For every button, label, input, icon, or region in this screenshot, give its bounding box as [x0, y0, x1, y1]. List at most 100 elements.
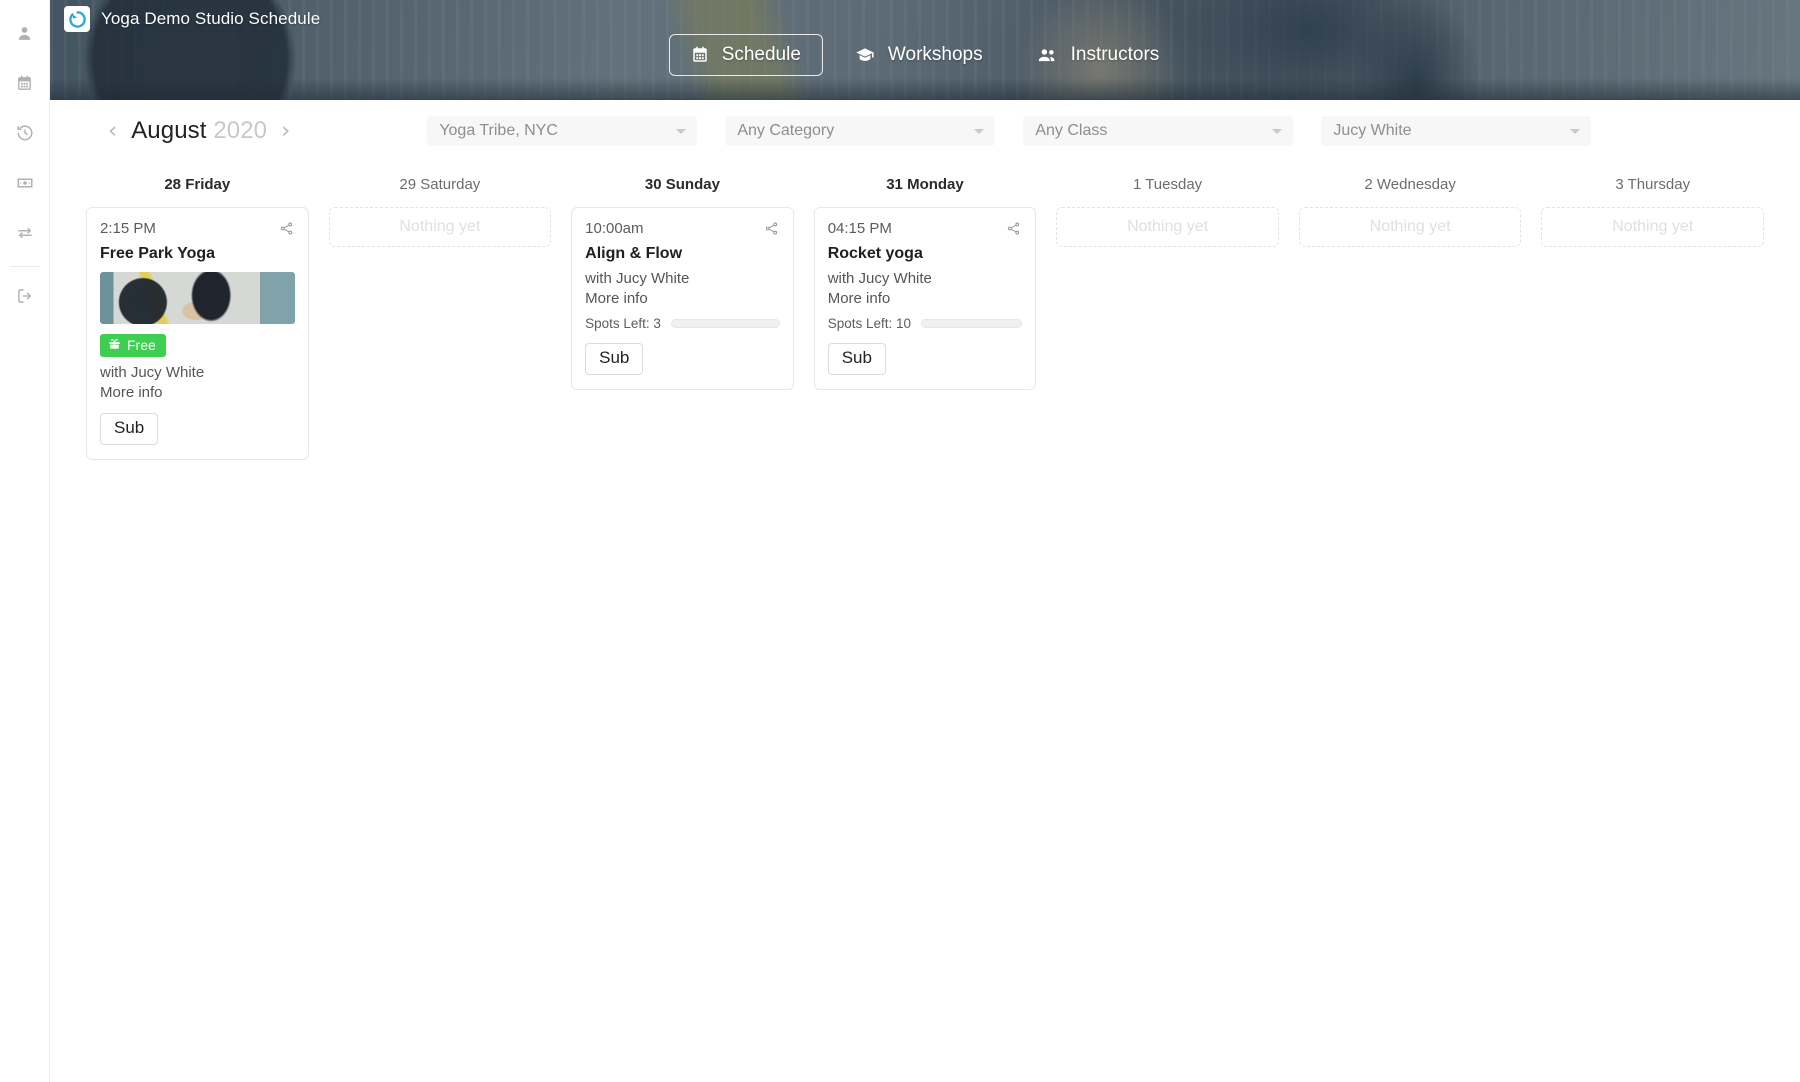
nav-item-workshops[interactable]: Workshops [833, 34, 1005, 76]
hero-bottom-fade [50, 78, 1800, 100]
card-header: 2:15 PM [100, 220, 295, 237]
more-info-link[interactable]: More info [828, 290, 1023, 307]
day-header: 29 Saturday [399, 176, 481, 193]
share-icon[interactable] [1005, 220, 1022, 237]
subscribe-button[interactable]: Sub [585, 343, 644, 375]
main-area: Yoga Demo Studio Schedule Schedule Works… [50, 0, 1800, 1082]
instructor-select[interactable]: Jucy White [1321, 116, 1592, 146]
day-column: 28 Friday 2:15 PM Free Park Yoga Free with J… [86, 176, 309, 460]
nav-item-label: Workshops [887, 44, 983, 65]
studio-select[interactable]: Yoga Tribe, NYC [427, 116, 698, 146]
sidebar-item-payments[interactable] [0, 158, 50, 208]
class-time: 04:15 PM [827, 220, 892, 237]
next-month-button[interactable]: › [281, 119, 290, 143]
sidebar-item-profile[interactable] [0, 8, 50, 58]
calendar-icon [16, 75, 33, 92]
empty-day-placeholder: Nothing yet [328, 207, 552, 247]
status-badge: Free [100, 334, 166, 357]
class-title: Align & Flow [585, 245, 683, 262]
day-column: 2 Wednesday Nothing yet [1298, 176, 1522, 460]
day-column: 31 Monday 04:15 PM Rocket yoga with Jucy Wh… [813, 176, 1037, 460]
spots-progress-bar [670, 319, 780, 328]
empty-day-label: Nothing yet [399, 218, 481, 235]
empty-day-placeholder: Nothing yet [1056, 207, 1279, 247]
history-clock-icon [16, 124, 34, 142]
sidebar-item-schedule[interactable] [0, 58, 50, 108]
day-column: 1 Tuesday Nothing yet [1056, 176, 1279, 460]
class-instructor: with Jucy White [585, 270, 690, 287]
nav-item-label: Schedule [721, 44, 801, 65]
chevron-down-icon [1570, 129, 1581, 134]
spots-row: Spots Left: 10 [828, 316, 1023, 331]
calendar-icon [691, 46, 709, 64]
month-name: August [131, 117, 207, 144]
empty-day-label: Nothing yet [1612, 218, 1694, 235]
hero-header: Yoga Demo Studio Schedule Schedule Works… [50, 0, 1800, 100]
chevron-down-icon [974, 129, 985, 134]
more-info-link[interactable]: More info [100, 384, 295, 401]
prev-month-button[interactable]: ‹ [108, 119, 117, 143]
day-column: 30 Sunday 10:00am Align & Flow with Jucy Wh… [571, 176, 794, 460]
spots-progress-bar [921, 319, 1023, 328]
day-column: 29 Saturday Nothing yet [328, 176, 552, 460]
toolbar: ‹ August 2020 › Yoga Tribe, NYC Any Cate… [50, 100, 1800, 162]
chevron-down-icon [1272, 129, 1283, 134]
day-header: 1 Tuesday [1132, 176, 1203, 193]
filter-group: Yoga Tribe, NYC Any Category Any Class J… [427, 116, 1592, 146]
subscribe-button[interactable]: Sub [100, 413, 159, 445]
sidebar-item-logout[interactable] [0, 271, 50, 321]
class-time: 10:00am [585, 220, 644, 237]
sidebar-item-transfers[interactable] [0, 208, 50, 258]
day-header: 31 Monday [886, 176, 964, 193]
class-title: Free Park Yoga [100, 245, 216, 262]
class-card[interactable]: 10:00am Align & Flow with Jucy White More i… [571, 207, 794, 390]
class-photo [100, 272, 295, 324]
card-header: 04:15 PM [828, 220, 1023, 237]
category-select[interactable]: Any Category [725, 116, 996, 146]
graduation-cap-icon [855, 45, 875, 65]
nav-item-instructors[interactable]: Instructors [1015, 34, 1182, 76]
class-select[interactable]: Any Class [1023, 116, 1294, 146]
share-icon[interactable] [763, 220, 780, 237]
gift-icon [108, 337, 121, 353]
class-instructor: with Jucy White [827, 270, 932, 287]
day-column: 3 Thursday Nothing yet [1541, 176, 1764, 460]
nav-item-label: Instructors [1070, 44, 1160, 65]
day-header: 30 Sunday [644, 176, 720, 193]
instructor-select-value: Jucy White [1333, 122, 1412, 139]
people-icon [1037, 45, 1058, 66]
class-time: 2:15 PM [100, 220, 156, 237]
circular-arrow-logo-icon [64, 6, 90, 32]
day-header: 2 Wednesday [1364, 176, 1456, 193]
card-header: 10:00am [585, 220, 780, 237]
brand[interactable]: Yoga Demo Studio Schedule [64, 6, 320, 32]
class-card[interactable]: 2:15 PM Free Park Yoga Free with Jucy White… [86, 207, 309, 460]
day-header: 3 Thursday [1615, 176, 1691, 193]
empty-day-label: Nothing yet [1369, 218, 1451, 235]
app-root: Yoga Demo Studio Schedule Schedule Works… [0, 0, 1800, 1082]
sidebar-item-history[interactable] [0, 108, 50, 158]
empty-day-placeholder: Nothing yet [1541, 207, 1764, 247]
year-label: 2020 [213, 117, 268, 144]
class-instructor: with Jucy White [100, 364, 205, 381]
spots-row: Spots Left: 3 [585, 316, 780, 331]
banknote-icon [16, 174, 34, 192]
sidebar-divider [9, 266, 40, 267]
day-header: 28 Friday [164, 176, 231, 193]
month-navigator: ‹ August 2020 › [108, 117, 290, 145]
share-icon[interactable] [278, 220, 295, 237]
chevron-down-icon [676, 129, 687, 134]
user-icon [16, 25, 33, 42]
more-info-link[interactable]: More info [585, 290, 780, 307]
class-select-value: Any Class [1035, 122, 1108, 139]
empty-day-label: Nothing yet [1127, 218, 1209, 235]
class-card[interactable]: 04:15 PM Rocket yoga with Jucy White More i… [813, 207, 1037, 390]
main-nav: Schedule Workshops Instructors [50, 34, 1800, 76]
nav-item-schedule[interactable]: Schedule [668, 34, 823, 76]
spots-left-label: Spots Left: 10 [827, 316, 912, 331]
spots-left-label: Spots Left: 3 [585, 316, 661, 331]
studio-select-value: Yoga Tribe, NYC [439, 122, 558, 139]
class-title: Rocket yoga [827, 245, 923, 262]
subscribe-button[interactable]: Sub [827, 343, 886, 375]
app-title: Yoga Demo Studio Schedule [101, 9, 321, 28]
